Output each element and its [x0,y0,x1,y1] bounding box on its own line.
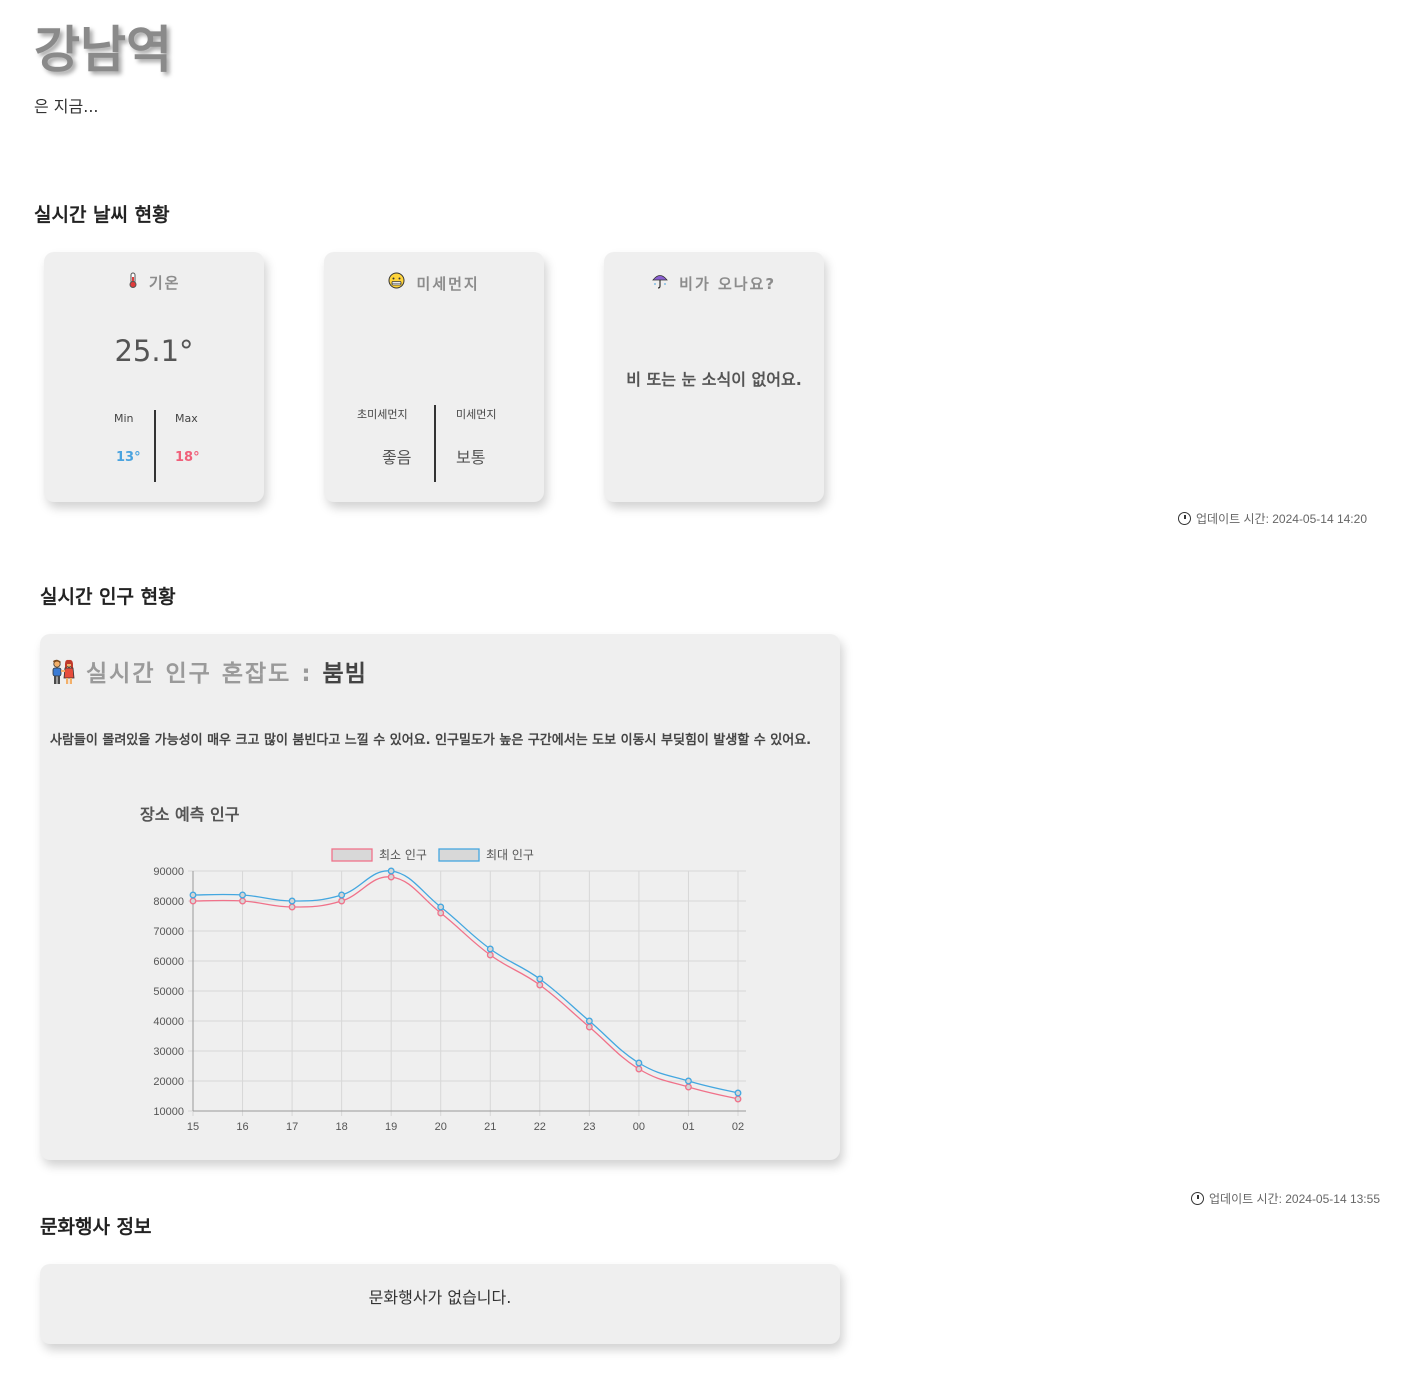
data-point [338,897,346,905]
clock-icon [1191,1192,1204,1205]
y-tick-label: 90000 [153,866,184,878]
data-point [486,945,494,953]
data-point [239,891,246,899]
population-section-title: 실시간 인구 현황 [40,586,176,608]
data-point [734,1095,742,1103]
data-point [585,1023,593,1031]
events-message: 문화행사가 없습니다. [368,1288,512,1307]
x-tick-label: 19 [385,1121,397,1133]
thermometer-icon [128,272,145,292]
series-line-1 [192,876,739,1100]
data-point [437,909,445,917]
x-tick-label: 01 [682,1121,694,1133]
x-tick-label: 15 [187,1121,199,1133]
data-point [387,867,395,875]
place-title: 강남역 [34,21,172,79]
temperature-card: 기온 25.1° Min Max 13° 18° [44,252,264,502]
data-point [486,951,494,959]
legend-label: 최소 인구 [379,848,427,862]
data-point [585,1017,593,1025]
legend-label: 최대 인구 [486,848,534,862]
legend-swatch [331,848,373,862]
data-point [635,1059,643,1067]
data-point [635,1065,643,1073]
data-point [338,891,346,899]
data-point [734,1089,742,1097]
y-tick-label: 70000 [153,926,184,938]
rain-card: 비가 오나요? 비 또는 눈 소식이 없어요. [604,252,824,502]
y-tick-label: 50000 [153,986,184,998]
y-tick-label: 40000 [153,1016,184,1028]
series-line-2 [192,870,739,1094]
x-tick-label: 18 [336,1121,348,1133]
data-point [685,1083,692,1091]
data-point [239,897,246,905]
legend-swatch [438,848,480,862]
x-tick-label: 16 [236,1121,248,1133]
y-tick-label: 30000 [153,1046,184,1058]
rain-title: 비가 오나요? [679,275,777,293]
data-point [685,1077,692,1085]
grimace-face-icon [388,272,412,293]
population-update-time: 업데이트 시간: 2024-05-14 13:55 [1191,1190,1380,1207]
dust-divider [434,405,436,482]
pm10-value: 보통 [456,448,486,467]
temperature-divider [154,410,156,482]
data-point [536,975,544,983]
dust-card: 미세먼지 초미세먼지 미세먼지 좋음 보통 [324,252,544,502]
x-tick-label: 22 [534,1121,546,1133]
population-card: 실시간 인구 혼잡도 : 붐빔 사람들이 몰려있을 가능성이 매우 크고 많이 … [40,634,840,1160]
max-label: Max [175,412,198,425]
dust-title: 미세먼지 [416,275,480,293]
data-point [288,903,296,911]
x-tick-label: 02 [732,1121,744,1133]
events-card: 문화행사가 없습니다. [40,1264,840,1344]
max-temperature: 18° [175,450,200,465]
temperature-title: 기온 [148,274,181,292]
current-temperature: 25.1° [114,334,194,368]
x-tick-label: 17 [286,1121,298,1133]
data-point [288,897,296,905]
data-point [189,891,197,899]
weather-update-time: 업데이트 시간: 2024-05-14 14:20 [1178,510,1367,527]
pm10-label: 미세먼지 [456,408,497,421]
pm25-value: 좋음 [382,448,412,467]
y-tick-label: 80000 [153,896,184,908]
x-tick-label: 00 [633,1121,645,1133]
data-point [536,981,544,989]
page: 강남역 은 지금... 실시간 날씨 현황 기온 25.1° Min Max 1… [0,0,1410,1374]
y-tick-label: 60000 [153,956,184,968]
pm25-label: 초미세먼지 [357,408,408,421]
x-tick-label: 23 [583,1121,595,1133]
weather-section-title: 실시간 날씨 현황 [34,204,170,226]
x-tick-label: 21 [484,1121,496,1133]
data-point [387,873,395,881]
umbrella-icon [652,275,675,293]
data-point [189,897,197,905]
clock-icon [1178,512,1191,525]
x-tick-label: 20 [435,1121,447,1133]
rain-message: 비 또는 눈 소식이 없어요. [626,370,802,389]
population-forecast-chart: 9000080000700006000050000400003000020000… [153,848,746,1133]
min-label: Min [114,412,134,425]
min-temperature: 13° [116,450,141,465]
data-point [437,903,445,911]
y-tick-label: 20000 [153,1076,184,1088]
events-section-title: 문화행사 정보 [40,1216,152,1238]
place-subtitle: 은 지금... [34,97,99,116]
y-tick-label: 10000 [153,1106,184,1118]
